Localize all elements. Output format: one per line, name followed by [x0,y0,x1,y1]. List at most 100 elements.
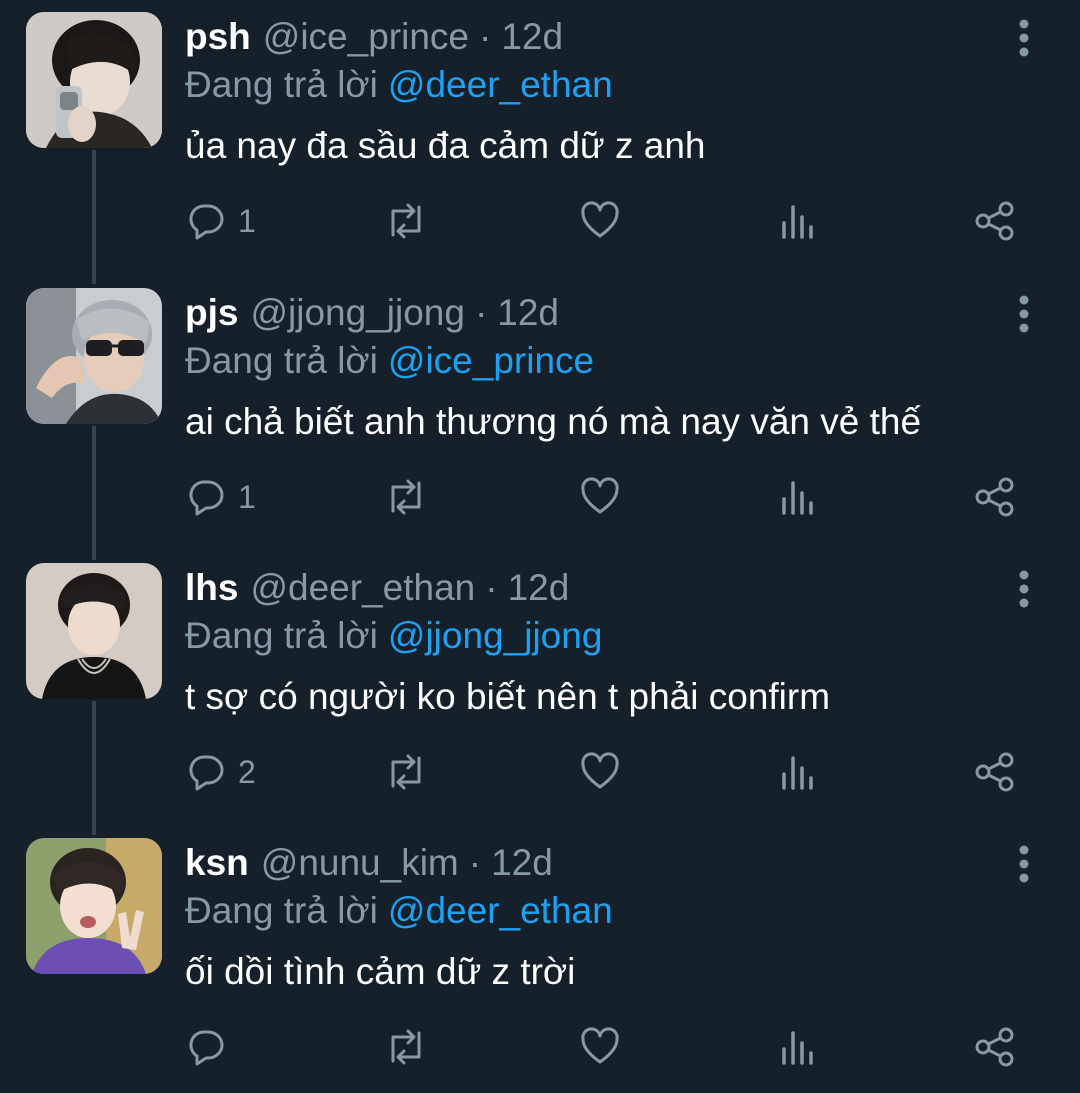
more-options-button[interactable] [1008,14,1040,62]
replying-to: Đang trả lời @ice_prince [185,338,594,384]
more-options-button[interactable] [1008,290,1040,338]
replying-to-label: Đang trả lời [185,64,378,105]
tweet-text: ai chả biết anh thương nó mà nay văn vẻ … [185,401,922,442]
tweet-actions: 2 [0,737,1080,807]
timestamp[interactable]: 12d [491,840,553,886]
like-button[interactable] [580,1012,620,1082]
mention-link[interactable]: @deer_ethan [388,64,613,105]
timestamp[interactable]: 12d [497,290,559,336]
share-button[interactable] [974,1012,1016,1082]
tweet-text: ối dồi tình cảm dữ z trời [185,951,576,992]
avatar[interactable] [26,563,162,699]
tweet-text: ủa nay đa sầu đa cảm dữ z anh [185,125,706,166]
retweet-icon [391,1029,421,1065]
retweet-icon [391,479,421,515]
analytics-icon [782,205,813,239]
share-button[interactable] [974,462,1016,532]
separator-dot: · [474,292,488,333]
analytics-icon [782,756,813,790]
display-name[interactable]: ksn [185,840,249,886]
replying-to: Đang trả lời @deer_ethan [185,888,613,934]
avatar[interactable] [26,12,162,148]
tweet-header: psh @ice_prince · 12d [185,14,563,60]
separator-dot: · [468,842,482,883]
username[interactable]: @deer_ethan [250,565,475,611]
like-icon [581,1027,619,1064]
mention-link[interactable]: @jjong_jjong [388,615,602,656]
tweet[interactable]: pjs @jjong_jjong · 12d Đang trả lời @ice_… [0,276,1080,552]
share-icon [975,752,1014,792]
reply-thread: psh @ice_prince · 12d Đang trả lời @deer_… [0,0,1080,1093]
display-name[interactable]: pjs [185,290,238,336]
separator-dot: · [485,567,498,608]
share-icon [975,1027,1014,1067]
share-button[interactable] [974,186,1016,256]
timestamp[interactable]: 12d [508,565,570,611]
tweet-actions [0,1012,1080,1082]
reply-button[interactable]: 1 [186,186,256,256]
more-icon [1019,295,1029,333]
tweet-actions: 1 [0,186,1080,256]
share-icon [975,477,1014,517]
reply-button[interactable]: 1 [186,462,256,532]
share-button[interactable] [974,737,1016,807]
analytics-button[interactable] [780,1012,816,1082]
timestamp[interactable]: 12d [501,14,563,60]
reply-icon [189,755,224,791]
more-options-button[interactable] [1008,565,1040,613]
avatar[interactable] [26,288,162,424]
reply-button[interactable] [186,1012,238,1082]
tweet-header: pjs @jjong_jjong · 12d [185,290,559,336]
retweet-icon [391,754,421,790]
retweet-button[interactable] [384,737,428,807]
reply-count: 1 [238,478,256,515]
reply-button[interactable]: 2 [186,737,256,807]
share-icon [975,201,1014,241]
like-icon [581,752,619,789]
more-options-button[interactable] [1008,840,1040,888]
reply-count: 2 [238,753,256,790]
username[interactable]: @ice_prince [263,14,469,60]
replying-to-label: Đang trả lời [185,340,378,381]
analytics-button[interactable] [780,462,816,532]
reply-icon [189,204,224,240]
more-icon [1019,570,1029,608]
like-button[interactable] [580,737,620,807]
mention-link[interactable]: @deer_ethan [388,890,613,931]
analytics-icon [782,481,813,515]
username[interactable]: @nunu_kim [261,840,459,886]
replying-to-label: Đang trả lời [185,890,378,931]
analytics-button[interactable] [780,737,816,807]
like-icon [581,477,619,514]
retweet-button[interactable] [384,1012,428,1082]
replying-to: Đang trả lời @deer_ethan [185,62,613,108]
analytics-button[interactable] [780,186,816,256]
tweet-actions: 1 [0,462,1080,532]
replying-to: Đang trả lời @jjong_jjong [185,613,602,659]
username[interactable]: @jjong_jjong [250,290,464,336]
like-button[interactable] [580,186,620,256]
reply-icon [189,1030,224,1066]
tweet-header: lhs @deer_ethan · 12d [185,565,569,611]
reply-count: 1 [238,202,256,239]
more-icon [1019,845,1029,883]
like-button[interactable] [580,462,620,532]
tweet[interactable]: lhs @deer_ethan · 12d Đang trả lời @jjong… [0,551,1080,827]
avatar[interactable] [26,838,162,974]
display-name[interactable]: psh [185,14,251,60]
retweet-icon [391,203,421,239]
tweet[interactable]: ksn @nunu_kim · 12d Đang trả lời @deer_et… [0,826,1080,1093]
analytics-icon [782,1031,813,1065]
mention-link[interactable]: @ice_prince [388,340,594,381]
display-name[interactable]: lhs [185,565,238,611]
tweet-text: t sợ có người ko biết nên t phải confirm [185,676,831,717]
like-icon [581,201,619,238]
separator-dot: · [479,16,492,57]
replying-to-label: Đang trả lời [185,615,378,656]
reply-icon [189,480,224,516]
retweet-button[interactable] [384,462,428,532]
retweet-button[interactable] [384,186,428,256]
tweet[interactable]: psh @ice_prince · 12d Đang trả lời @deer_… [0,0,1080,276]
more-icon [1019,19,1029,57]
tweet-header: ksn @nunu_kim · 12d [185,840,553,886]
